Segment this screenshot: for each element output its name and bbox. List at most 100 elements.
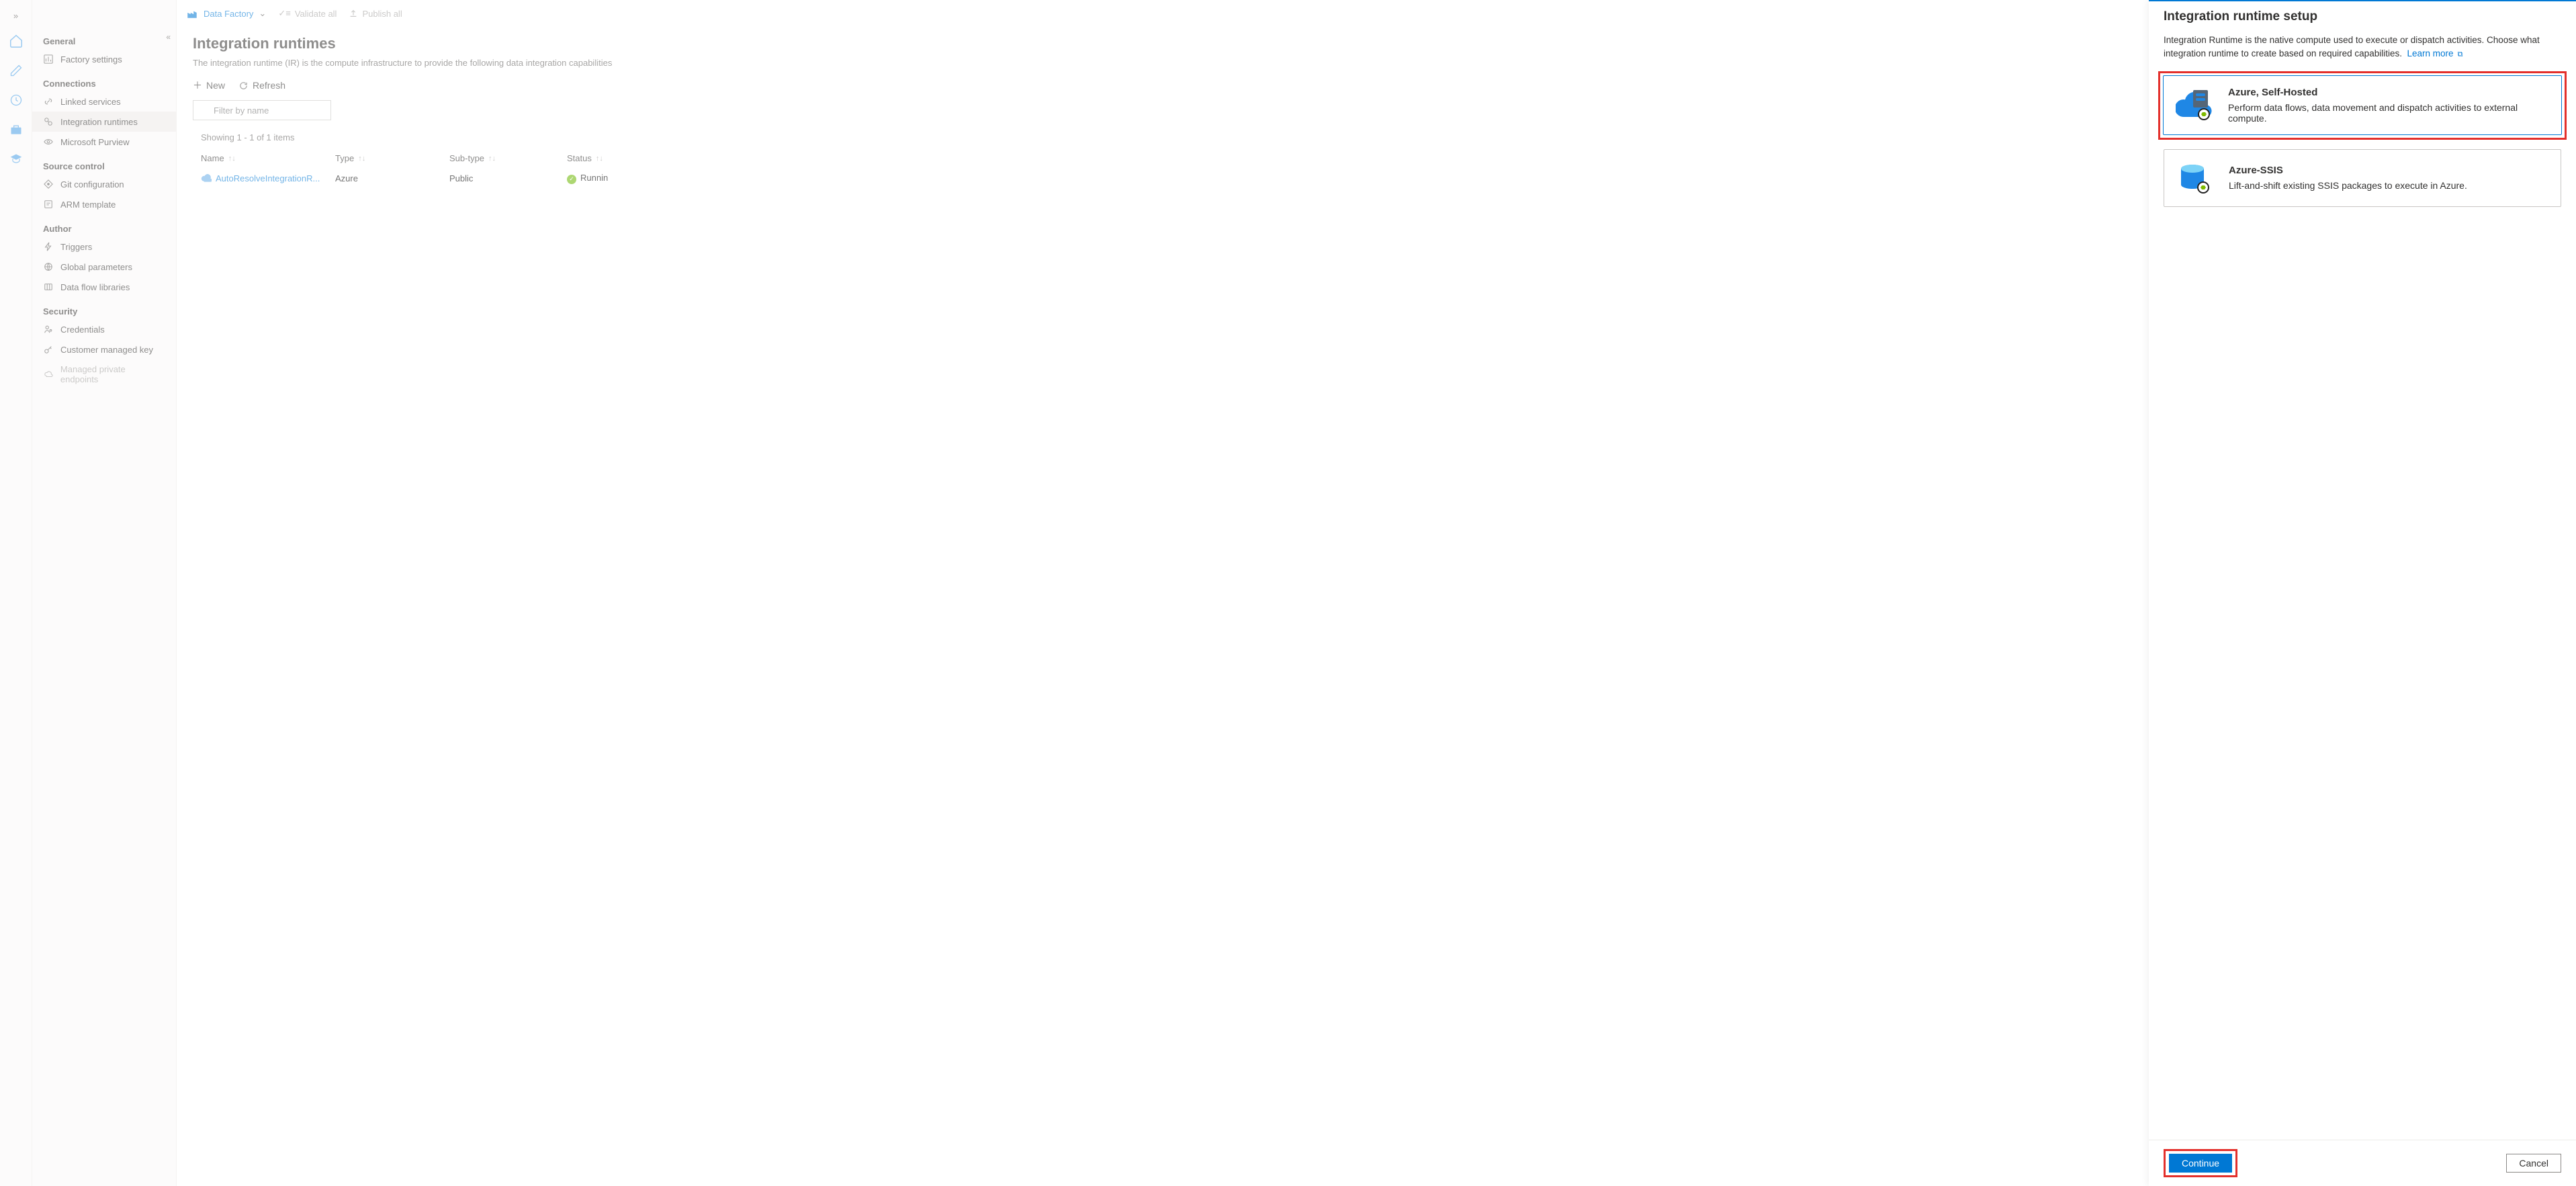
col-type[interactable]: Type ↑↓ [335, 153, 449, 163]
collapse-sidebar-button[interactable]: « [166, 32, 171, 42]
nav-factory-settings[interactable]: Factory settings [32, 49, 176, 69]
database-icon [2176, 161, 2214, 196]
nav-label: Customer managed key [60, 345, 153, 355]
plus-icon: ＋ [193, 79, 202, 92]
nav-label: Triggers [60, 242, 92, 252]
left-rail: » [0, 0, 32, 1186]
nav-label: ARM template [60, 200, 116, 210]
library-icon [43, 282, 54, 292]
key-icon [43, 344, 54, 355]
new-button[interactable]: ＋ New [193, 79, 225, 92]
nav-data-flow-libraries[interactable]: Data flow libraries [32, 277, 176, 297]
cell-type: Azure [335, 173, 449, 183]
panel-desc-text: Integration Runtime is the native comput… [2164, 35, 2540, 58]
act-label: Refresh [253, 80, 285, 91]
nav-git-configuration[interactable]: Git configuration [32, 174, 176, 194]
cell-value: AutoResolveIntegrationR... [216, 173, 320, 183]
option-azure-self-hosted[interactable]: Azure, Self-Hosted Perform data flows, d… [2163, 75, 2562, 135]
tb-label: Publish all [362, 9, 402, 19]
brand-label: Data Factory [204, 9, 253, 19]
sort-icon: ↑↓ [358, 155, 365, 163]
cloud-server-icon [2176, 87, 2213, 122]
nav-global-parameters[interactable]: Global parameters [32, 257, 176, 277]
act-label: New [206, 80, 225, 91]
runtime-icon [43, 116, 54, 127]
monitor-icon[interactable] [5, 89, 27, 111]
cloud-lock-icon [43, 369, 54, 380]
option-azure-ssis[interactable]: Azure-SSIS Lift-and-shift existing SSIS … [2164, 149, 2561, 207]
nav-triggers[interactable]: Triggers [32, 237, 176, 257]
nav-microsoft-purview[interactable]: Microsoft Purview [32, 132, 176, 152]
nav-label: Credentials [60, 325, 105, 335]
cell-status: ✓Runnin [567, 173, 627, 184]
col-name[interactable]: Name ↑↓ [201, 153, 335, 163]
col-label: Type [335, 153, 354, 163]
link-icon [43, 96, 54, 107]
nav-customer-managed-key[interactable]: Customer managed key [32, 339, 176, 359]
sort-icon: ↑↓ [488, 155, 496, 163]
external-link-icon: ⧉ [2456, 50, 2463, 58]
sidebar: « General Factory settings Connections L… [32, 0, 177, 1186]
git-icon [43, 179, 54, 189]
nav-managed-private-endpoints[interactable]: Managed private endpoints [32, 359, 176, 389]
home-icon[interactable] [5, 30, 27, 52]
runtime-link[interactable]: AutoResolveIntegrationR... [201, 173, 335, 183]
upload-icon [349, 9, 358, 18]
factory-icon [186, 7, 198, 19]
eye-icon [43, 136, 54, 147]
sort-icon: ↑↓ [596, 155, 603, 163]
brand-switcher[interactable]: Data Factory ⌄ [186, 7, 266, 19]
chevron-down-icon: ⌄ [259, 8, 266, 19]
group-source-control: Source control [32, 152, 176, 174]
col-subtype[interactable]: Sub-type ↑↓ [449, 153, 567, 163]
option-title: Azure-SSIS [2229, 165, 2467, 176]
pencil-icon[interactable] [5, 60, 27, 81]
option-desc: Lift-and-shift existing SSIS packages to… [2229, 180, 2467, 191]
nav-integration-runtimes[interactable]: Integration runtimes [32, 112, 176, 132]
col-status[interactable]: Status ↑↓ [567, 153, 627, 163]
nav-label: Linked services [60, 97, 121, 107]
highlighted-option: Azure, Self-Hosted Perform data flows, d… [2158, 71, 2567, 140]
col-label: Name [201, 153, 224, 163]
nav-linked-services[interactable]: Linked services [32, 91, 176, 112]
col-label: Sub-type [449, 153, 484, 163]
nav-label: Global parameters [60, 262, 132, 272]
bolt-icon [43, 241, 54, 252]
option-desc: Perform data flows, data movement and di… [2228, 102, 2549, 124]
toolbox-icon[interactable] [5, 119, 27, 140]
option-title: Azure, Self-Hosted [2228, 87, 2549, 98]
cloud-icon [201, 173, 212, 183]
graduation-icon[interactable] [5, 149, 27, 170]
group-author: Author [32, 214, 176, 237]
nav-label: Factory settings [60, 54, 122, 65]
checkmark-icon: ✓≡ [278, 8, 290, 19]
nav-arm-template[interactable]: ARM template [32, 194, 176, 214]
tb-label: Validate all [295, 9, 337, 19]
validate-all-button[interactable]: ✓≡ Validate all [278, 8, 337, 19]
learn-more-link[interactable]: Learn more ⧉ [2407, 48, 2462, 58]
group-connections: Connections [32, 69, 176, 91]
continue-button[interactable]: Continue [2169, 1154, 2232, 1173]
nav-label: Managed private endpoints [60, 364, 165, 384]
sort-icon: ↑↓ [228, 155, 236, 163]
cell-subtype: Public [449, 173, 567, 183]
refresh-button[interactable]: Refresh [238, 80, 285, 91]
nav-label: Git configuration [60, 179, 124, 189]
template-icon [43, 199, 54, 210]
setup-panel: Integration runtime setup Integration Ru… [2149, 0, 2576, 1186]
panel-title: Integration runtime setup [2164, 9, 2561, 24]
nav-label: Data flow libraries [60, 282, 130, 292]
nav-credentials[interactable]: Credentials [32, 319, 176, 339]
nav-label: Integration runtimes [60, 117, 138, 127]
refresh-icon [238, 81, 249, 91]
group-security: Security [32, 297, 176, 319]
expand-rail-button[interactable]: » [8, 5, 24, 26]
success-icon: ✓ [567, 175, 576, 184]
filter-input[interactable] [193, 100, 331, 120]
publish-all-button[interactable]: Publish all [349, 9, 402, 19]
nav-label: Microsoft Purview [60, 137, 130, 147]
link-label: Learn more [2407, 48, 2453, 58]
cancel-button[interactable]: Cancel [2506, 1154, 2561, 1173]
panel-footer: Continue Cancel [2149, 1140, 2576, 1186]
col-label: Status [567, 153, 592, 163]
